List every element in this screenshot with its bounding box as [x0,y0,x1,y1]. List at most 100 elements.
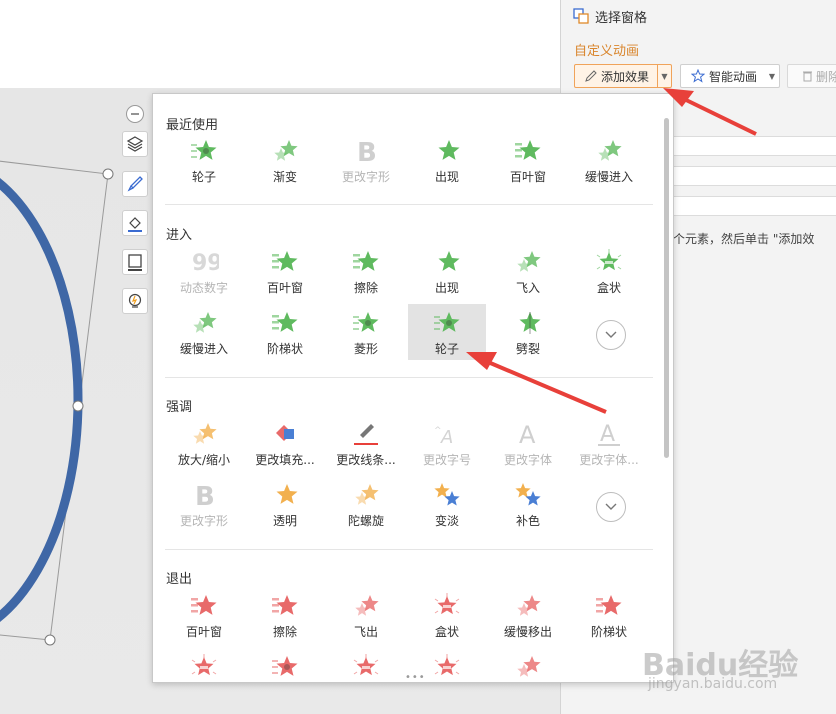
letter-a-icon: A [519,421,536,447]
smart-animation-dropdown-arrow[interactable]: ▼ [765,65,779,87]
effect-item[interactable]: A 更改字体... [570,415,648,471]
effect-item[interactable]: 出现 [408,132,486,188]
layers-button[interactable] [122,131,148,157]
modify-property-field[interactable] [673,166,836,186]
emphasis-more-button[interactable] [596,492,626,522]
split-star-icon [519,312,541,334]
effect-item[interactable]: 阶梯状 [570,587,648,643]
effect-label: 擦除 [353,281,378,295]
svg-text:B: B [357,138,377,164]
gallery-scrollbar[interactable] [664,118,669,458]
effect-label: 百叶窗 [509,170,546,184]
effect-item[interactable] [165,648,243,682]
custom-animation-title: 自定义动画 [574,44,640,59]
pane-hint-text: 个元素，然后单击 "添加效 [673,232,815,246]
effect-label: 更改字体 [503,453,552,467]
minus-icon [131,113,139,115]
effect-item[interactable]: 轮子 [408,304,486,360]
fade-star-icon [193,312,217,333]
blinds-star-icon [272,595,298,615]
effect-item[interactable]: 缓慢移出 [489,587,567,643]
effect-label: 更改字号 [422,453,471,467]
category-enter-title: 进入 [166,228,193,243]
collapse-toolbar-button[interactable] [126,105,144,123]
brush-icon [127,176,143,192]
effect-label: 百叶窗 [185,625,222,639]
divider [165,549,653,550]
resize-handle[interactable] [72,400,84,412]
effect-item[interactable]: A ^ 更改字号 [408,415,486,471]
effect-item[interactable]: 百叶窗 [165,587,243,643]
effect-label: 缓慢进入 [179,342,228,356]
divider [165,204,653,205]
change-line-icon [354,424,378,445]
pen-style-button[interactable] [122,171,148,197]
modify-start-field[interactable] [673,136,836,156]
delete-label: 删除 [816,69,836,84]
effect-label: 飞出 [353,625,378,639]
effect-item[interactable]: 99 动态数字 [165,243,243,299]
selection-pane-header[interactable]: 选择窗格 [573,6,647,26]
animation-button[interactable] [122,288,148,314]
smart-animation-button[interactable]: 智能动画 ▼ [680,64,780,88]
effect-item[interactable]: 飞入 [489,243,567,299]
effect-item[interactable]: 放大/缩小 [165,415,243,471]
effect-item[interactable]: 百叶窗 [246,243,324,299]
modify-speed-field[interactable] [673,196,836,216]
effect-item[interactable]: B 更改字形 [165,476,243,532]
two-star-icon [515,483,541,506]
effect-label: 渐变 [272,170,297,184]
effect-item[interactable]: 盒状 [408,587,486,643]
effect-item[interactable]: 透明 [246,476,324,532]
effect-label: 飞入 [515,281,540,295]
effect-item[interactable]: 缓慢进入 [165,304,243,360]
resize-grip[interactable]: ••• [405,672,426,682]
effect-item[interactable]: 擦除 [327,243,405,299]
fade-star-icon [355,484,379,505]
chevron-down-icon [605,331,617,338]
effect-item[interactable]: A 更改字体 [489,415,567,471]
effect-item[interactable]: 补色 [489,476,567,532]
fade-star-icon [598,140,622,161]
category-exit-title: 退出 [166,572,193,587]
change-fill-icon [276,425,294,441]
burst-star-icon [434,654,460,676]
outline-button[interactable] [122,249,148,275]
resize-handle[interactable] [102,168,114,180]
effect-label: 动态数字 [179,281,228,295]
smart-animation-label: 智能动画 [709,69,758,84]
add-effect-dropdown-arrow[interactable]: ▼ [657,65,671,87]
enter-more-button[interactable] [596,320,626,350]
effect-item[interactable] [327,648,405,682]
effect-item[interactable]: 缓慢进入 [570,132,648,188]
dynamic-number-icon: 99 [192,251,219,275]
ellipse-shape[interactable] [0,160,83,640]
effect-item[interactable]: 盒状 [570,243,648,299]
divider [165,377,653,378]
effect-item[interactable] [489,648,567,682]
effect-label: 更改填充... [255,453,315,467]
effect-item[interactable]: 擦除 [246,587,324,643]
effect-item[interactable]: 百叶窗 [489,132,567,188]
watermark-url: jingyan.baidu.com [648,676,778,692]
blinds-star-icon [596,595,622,615]
effect-item[interactable]: 变淡 [408,476,486,532]
effect-label: 百叶窗 [266,281,303,295]
fill-button[interactable] [122,210,148,236]
effect-item[interactable]: 更改填充... [246,415,324,471]
effect-item[interactable]: 阶梯状 [246,304,324,360]
add-effect-button[interactable]: 添加效果 ▼ [574,64,672,88]
delete-button[interactable]: 删除 [787,64,836,88]
effect-item[interactable]: 陀螺旋 [327,476,405,532]
effect-item[interactable]: 轮子 [165,132,243,188]
effect-item[interactable]: 渐变 [246,132,324,188]
effect-item[interactable]: B 更改字形 [327,132,405,188]
resize-handle[interactable] [44,634,56,646]
effect-item[interactable]: 出现 [408,243,486,299]
effect-item[interactable] [246,648,324,682]
effect-item[interactable]: 劈裂 [489,304,567,360]
effect-item[interactable]: 更改线条... [327,415,405,471]
effect-item[interactable]: 菱形 [327,304,405,360]
effect-item[interactable]: 飞出 [327,587,405,643]
wheel-star-icon [434,312,460,332]
